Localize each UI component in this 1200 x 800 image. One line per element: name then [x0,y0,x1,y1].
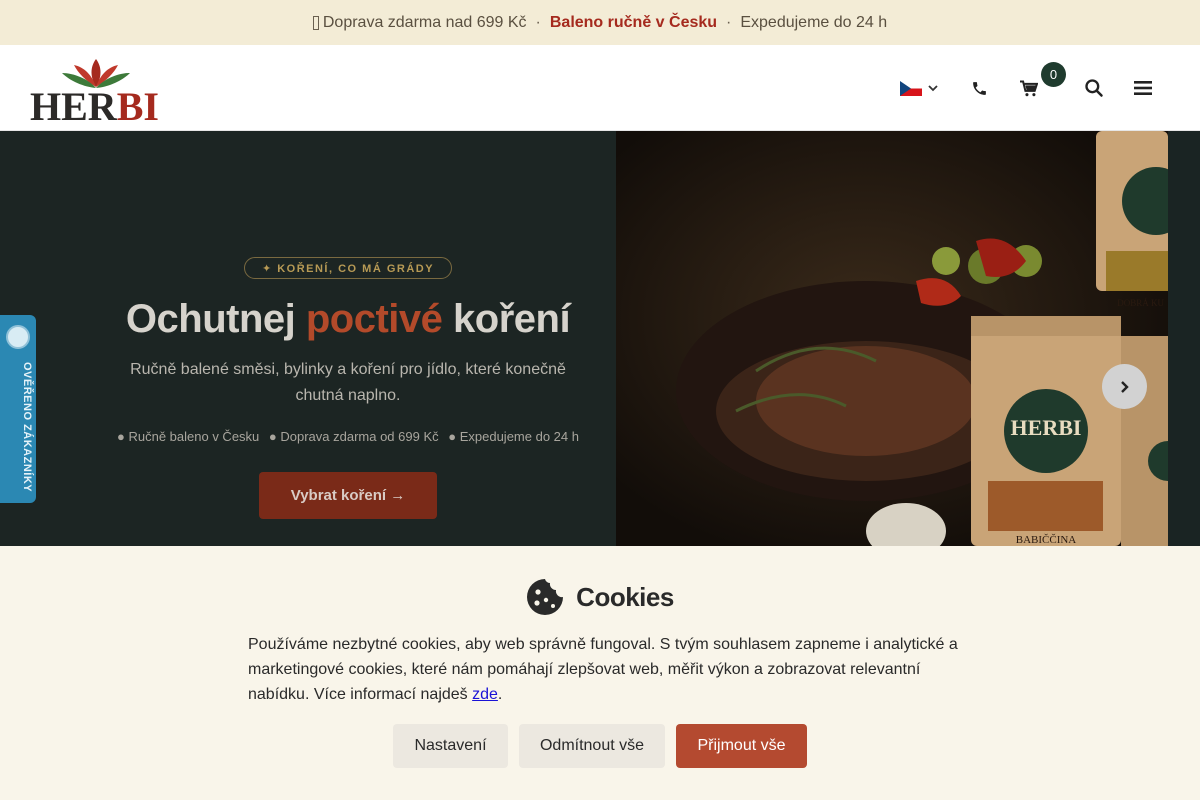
benefit-item: ● Ručně baleno v Česku [117,429,260,444]
benefit-item: ● Expedujeme do 24 h [448,429,579,444]
phone-icon[interactable] [963,72,995,104]
hero-edge [1168,131,1200,546]
logo[interactable]: HERBI [30,57,162,129]
hero-subtitle: Ručně balené směsi, bylinky a koření pro… [130,361,566,404]
logo-wordmark: HERBI [30,84,159,129]
choose-spices-button[interactable]: Vybrat koření → [259,472,437,519]
cart-count-badge: 0 [1041,62,1066,87]
cookie-settings-button[interactable]: Nastavení [393,724,508,768]
chevron-down-icon[interactable] [928,83,938,93]
hero-product-photo: HERBI BABIČČINA DOBRÁ KU [616,131,1168,546]
accept-all-button[interactable]: Přijmout vše [676,724,807,768]
svg-text:HERBI: HERBI [1011,415,1082,440]
svg-text:BABIČČINA: BABIČČINA [1016,534,1077,546]
separator: · [535,13,541,31]
cookie-icon [527,579,564,615]
separator: · [726,13,732,31]
announcement-handmade: Baleno ručně v Česku [549,13,718,31]
cz-flag-icon[interactable] [900,81,922,96]
cookie-consent-panel: Cookies Používáme nezbytné cookies, aby … [0,546,1200,800]
verified-customers-label: OVĚŘENO ZÁKAZNÍKY [21,361,33,493]
hero-title: Ochutnej poctivé koření [125,297,571,341]
cookie-buttons: Nastavení Odmítnout vše Přijmout vše [0,724,1200,768]
heureka-seal-icon [6,325,30,349]
cookie-description: Používáme nezbytné cookies, aby web sprá… [248,636,958,703]
cart-icon[interactable] [1012,72,1044,104]
carousel-next-button[interactable] [1102,364,1147,409]
reject-all-button[interactable]: Odmítnout vše [519,724,665,768]
announcement-dispatch: Expedujeme do 24 h [740,13,888,31]
announcement-shipping: Doprava zdarma nad 699 Kč [322,13,527,31]
cookie-title: Cookies [576,581,674,612]
cookie-header: Cookies [0,578,1200,616]
search-icon[interactable] [1078,72,1110,104]
verified-customers-tab[interactable]: OVĚŘENO ZÁKAZNÍKY [0,315,36,503]
benefit-item: ● Doprava zdarma od 699 Kč [268,429,439,444]
site-header: HERBI 0 [0,45,1200,131]
hero-section: HERBI BABIČČINA DOBRÁ KU ✦ KOŘENÍ, CO MÁ… [0,131,1200,546]
menu-icon[interactable] [1127,72,1159,104]
svg-text:DOBRÁ KU: DOBRÁ KU [1117,298,1164,308]
hero-badge: ✦ KOŘENÍ, CO MÁ GRÁDY [244,257,452,279]
chevron-right-icon [1120,380,1129,393]
cookie-info-link[interactable]: zde [472,686,498,703]
truck-icon [312,15,319,30]
announcement-bar: Doprava zdarma nad 699 Kč · Baleno ručně… [0,0,1200,45]
hero-benefits: ● Ručně baleno v Česku ● Doprava zdarma … [0,429,696,444]
